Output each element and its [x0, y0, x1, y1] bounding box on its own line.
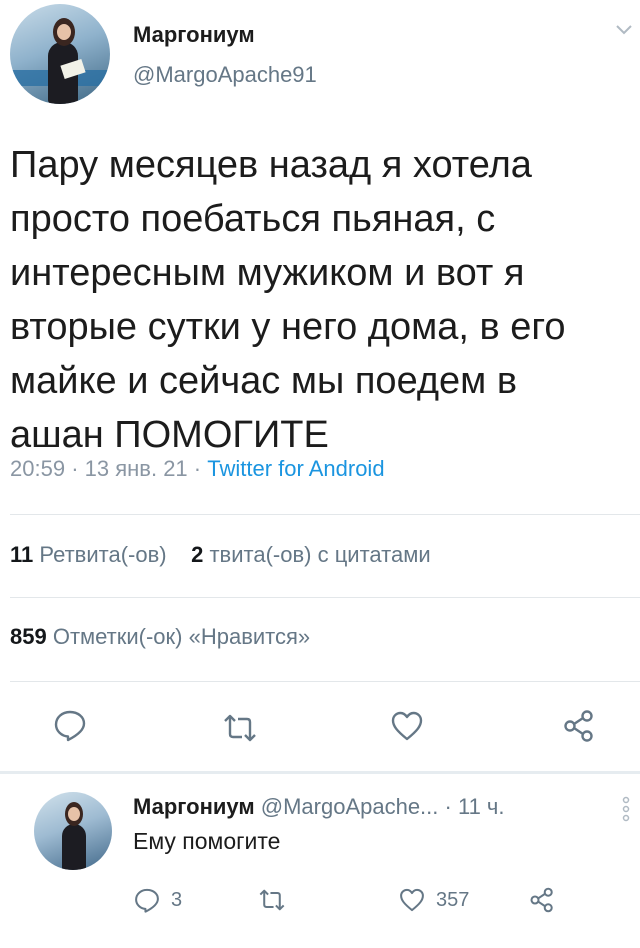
likes-count[interactable]: 859 — [10, 624, 47, 649]
tweet-time: 20:59 — [10, 456, 66, 481]
tweet-text-line: Пару месяцев назад я хотела — [10, 144, 532, 186]
tweet-text: Пару месяцев назад я хотела просто поеба… — [10, 138, 635, 462]
reply-share-button[interactable] — [528, 884, 556, 916]
more-options-icon[interactable] — [622, 796, 630, 822]
reply-like-count: 357 — [436, 888, 470, 911]
heart-icon — [400, 888, 424, 912]
tweet-detail-screen: Маргониум @MargoApache91 Пару месяцев на… — [0, 0, 640, 948]
reply-icon[interactable] — [52, 707, 88, 743]
divider — [10, 681, 640, 682]
reply-like-button[interactable]: 357 — [398, 884, 469, 916]
reply-display-name[interactable]: Маргониум — [133, 794, 255, 819]
avatar-face — [68, 807, 80, 821]
retweet-icon[interactable] — [222, 710, 258, 746]
reply-header: Маргониум @MargoApache... · 11 ч. — [133, 794, 505, 820]
tweet-text-line: ашан ПОМОГИТЕ — [10, 414, 329, 456]
tweet-text-line: интересным мужиком и вот я — [10, 252, 525, 294]
tweet-text-line: вторые сутки у него дома, в его — [10, 306, 566, 348]
avatar-face — [57, 24, 71, 40]
reply-icon — [135, 888, 159, 913]
divider — [10, 597, 640, 598]
tweet-text-line: просто поебаться пьяная, с — [10, 198, 496, 240]
meta-separator: · — [193, 456, 202, 481]
quotes-count[interactable]: 2 — [191, 542, 203, 567]
reply-handle[interactable]: @MargoApache... — [261, 794, 439, 819]
reply-author-avatar[interactable] — [34, 792, 112, 870]
reply-text: Ему помогите — [133, 828, 281, 854]
likes-stats[interactable]: 859 Отметки(-ок) «Нравится» — [10, 624, 310, 650]
retweet-icon — [259, 889, 285, 911]
author-handle[interactable]: @MargoApache91 — [133, 62, 317, 88]
quotes-label[interactable]: твита(-ов) с цитатами — [209, 542, 430, 567]
avatar-figure — [62, 824, 86, 870]
reply-time: · 11 ч. — [444, 794, 505, 819]
reply-reply-button[interactable]: 3 — [133, 884, 182, 916]
author-display-name[interactable]: Маргониум — [133, 22, 255, 48]
tweet-date: 13 янв. 21 — [84, 456, 188, 481]
share-icon — [530, 887, 553, 913]
retweets-count[interactable]: 11 — [10, 542, 33, 567]
heart-icon[interactable] — [389, 708, 425, 744]
retweet-stats: 11 Ретвита(-ов) 2 твита(-ов) с цитатами — [10, 542, 431, 568]
divider — [10, 514, 640, 515]
share-icon[interactable] — [561, 708, 597, 744]
tweet-meta: 20:59 · 13 янв. 21 · Twitter for Android — [10, 456, 385, 482]
author-avatar[interactable] — [10, 4, 110, 104]
thread-separator — [0, 771, 640, 774]
meta-separator: · — [71, 456, 79, 481]
tweet-text-line: майке и сейчас мы поедем в — [10, 360, 518, 402]
chevron-down-icon[interactable] — [614, 22, 634, 38]
tweet-source-link[interactable]: Twitter for Android — [207, 456, 384, 481]
retweets-label[interactable]: Ретвита(-ов) — [39, 542, 166, 567]
reply-reply-count: 3 — [171, 888, 183, 911]
likes-label[interactable]: Отметки(-ок) «Нравится» — [53, 624, 310, 649]
reply-retweet-button[interactable] — [258, 884, 286, 916]
